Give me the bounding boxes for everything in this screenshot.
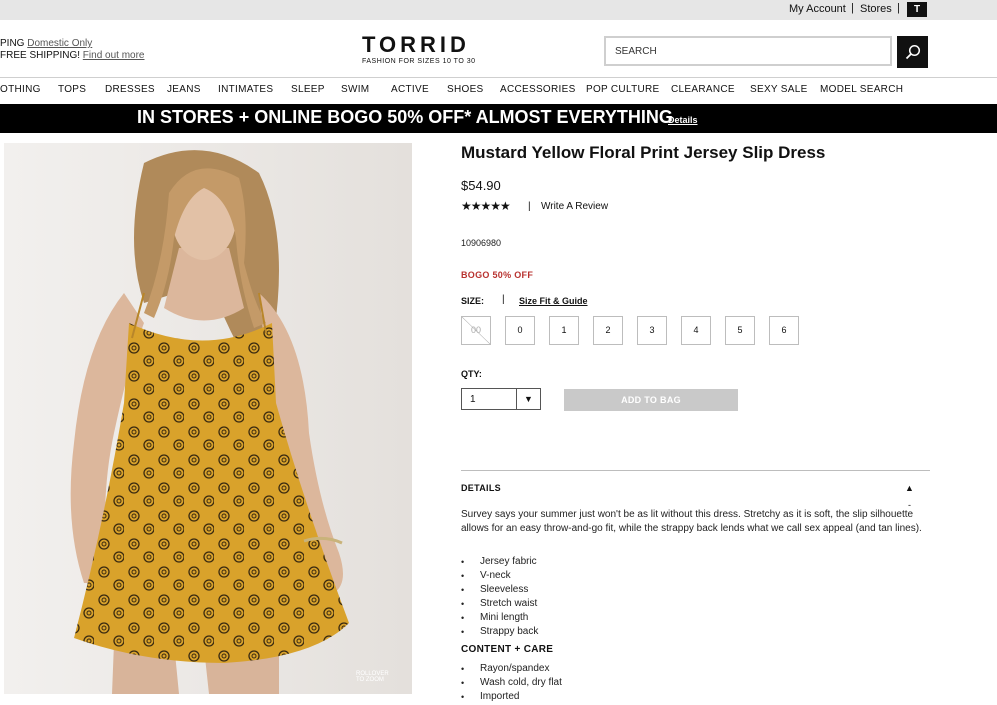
nav-item-intimates[interactable]: INTIMATES bbox=[218, 84, 273, 95]
list-item: V-neck bbox=[461, 569, 538, 583]
size-separator: | bbox=[502, 294, 505, 305]
list-item: Imported bbox=[461, 690, 562, 704]
size-option-00[interactable]: 00 bbox=[461, 316, 491, 345]
list-item: Jersey fabric bbox=[461, 555, 538, 569]
search-icon bbox=[905, 44, 921, 60]
promo-text: IN STORES + ONLINE BOGO 50% OFF* ALMOST … bbox=[137, 107, 673, 127]
zoom-hint: ROLLOVER TO ZOOM bbox=[356, 671, 389, 683]
size-fit-guide-link[interactable]: Size Fit & Guide bbox=[519, 296, 588, 306]
nav-item-pop-culture[interactable]: POP CULTURE bbox=[586, 84, 660, 95]
torrid-t-badge[interactable]: T bbox=[907, 2, 927, 17]
rating-stars-icon[interactable]: ★★★★★ bbox=[461, 199, 511, 213]
product-description: Survey says your summer just won't be as… bbox=[461, 509, 922, 534]
qty-select[interactable]: 1 ▼ bbox=[461, 388, 541, 410]
size-option-4[interactable]: 4 bbox=[681, 316, 711, 345]
dropdown-arrow-icon: ▼ bbox=[524, 394, 533, 404]
size-option-2[interactable]: 2 bbox=[593, 316, 623, 345]
search-input[interactable] bbox=[604, 36, 892, 66]
zoom-hint-line2: TO ZOOM bbox=[356, 677, 384, 683]
content-care-header: CONTENT + CARE bbox=[461, 644, 554, 655]
size-option-5[interactable]: 5 bbox=[725, 316, 755, 345]
nav-item-jeans[interactable]: JEANS bbox=[167, 84, 201, 95]
product-sku: 10906980 bbox=[461, 238, 502, 248]
nav-item-dresses[interactable]: DRESSES bbox=[105, 84, 155, 95]
nav-item-clearance[interactable]: CLEARANCE bbox=[671, 84, 735, 95]
nav-item-model-search[interactable]: MODEL SEARCH bbox=[820, 84, 903, 95]
stores-link[interactable]: Stores bbox=[860, 3, 892, 15]
size-option-0[interactable]: 0 bbox=[505, 316, 535, 345]
nav-item-accessories[interactable]: ACCESSORIES bbox=[500, 84, 576, 95]
product-image[interactable]: ROLLOVER TO ZOOM bbox=[4, 143, 412, 694]
list-item: Strappy back bbox=[461, 625, 538, 639]
feature-list: Jersey fabric V-neck Sleeveless Stretch … bbox=[461, 555, 538, 639]
qty-value: 1 bbox=[470, 394, 476, 405]
product-price: $54.90 bbox=[461, 178, 501, 193]
model-photo bbox=[4, 143, 412, 694]
nav-item-tops[interactable]: TOPS bbox=[58, 84, 86, 95]
shipping-info: PING Domestic Only FREE SHIPPING! Find o… bbox=[0, 38, 145, 62]
find-out-more-link[interactable]: Find out more bbox=[83, 50, 145, 61]
qty-divider bbox=[516, 389, 517, 409]
list-item: Stretch waist bbox=[461, 597, 538, 611]
nav-item-swim[interactable]: SWIM bbox=[341, 84, 369, 95]
promo-banner: IN STORES + ONLINE BOGO 50% OFF* ALMOST … bbox=[0, 104, 997, 133]
promo-details-link[interactable]: Details bbox=[668, 115, 698, 125]
collapse-arrow-icon[interactable]: ▲ bbox=[905, 483, 914, 493]
nav-item-clothing[interactable]: OTHING bbox=[0, 84, 41, 95]
domestic-only-link[interactable]: Domestic Only bbox=[27, 38, 92, 49]
logo-tagline: FASHION FOR SIZES 10 TO 30 bbox=[362, 58, 476, 65]
details-header[interactable]: DETAILS bbox=[461, 483, 501, 493]
write-review-link[interactable]: Write A Review bbox=[541, 201, 608, 212]
list-item: Wash cold, dry flat bbox=[461, 676, 562, 690]
size-option-6[interactable]: 6 bbox=[769, 316, 799, 345]
nav-item-sleep[interactable]: SLEEP bbox=[291, 84, 325, 95]
list-item: Rayon/spandex bbox=[461, 662, 562, 676]
my-account-link[interactable]: My Account bbox=[789, 3, 846, 15]
utility-separator: | bbox=[897, 2, 900, 14]
list-item: Mini length bbox=[461, 611, 538, 625]
main-nav: OTHING TOPS DRESSES JEANS INTIMATES SLEE… bbox=[0, 77, 997, 105]
utility-separator: | bbox=[851, 2, 854, 14]
nav-item-active[interactable]: ACTIVE bbox=[391, 84, 429, 95]
qty-label: QTY: bbox=[461, 369, 482, 379]
list-item: Sleeveless bbox=[461, 583, 538, 597]
shipping-line2-text: FREE SHIPPING! bbox=[0, 50, 81, 61]
details-divider bbox=[461, 470, 930, 471]
nav-item-shoes[interactable]: SHOES bbox=[447, 84, 484, 95]
care-list: Rayon/spandex Wash cold, dry flat Import… bbox=[461, 662, 562, 704]
size-option-1[interactable]: 1 bbox=[549, 316, 579, 345]
search-button[interactable] bbox=[897, 36, 928, 68]
product-title: Mustard Yellow Floral Print Jersey Slip … bbox=[461, 143, 826, 162]
size-label: SIZE: bbox=[461, 296, 485, 306]
size-option-3[interactable]: 3 bbox=[637, 316, 667, 345]
utility-bar: My Account | Stores | T bbox=[0, 0, 997, 20]
torrid-logo[interactable]: TORRID bbox=[362, 32, 470, 58]
bogo-promo-badge: BOGO 50% OFF bbox=[461, 270, 534, 280]
nav-item-sexy-sale[interactable]: SEXY SALE bbox=[750, 84, 808, 95]
review-separator: | bbox=[528, 201, 531, 212]
shipping-line1-text: PING bbox=[0, 38, 25, 49]
add-to-bag-button[interactable]: ADD TO BAG bbox=[564, 389, 738, 411]
